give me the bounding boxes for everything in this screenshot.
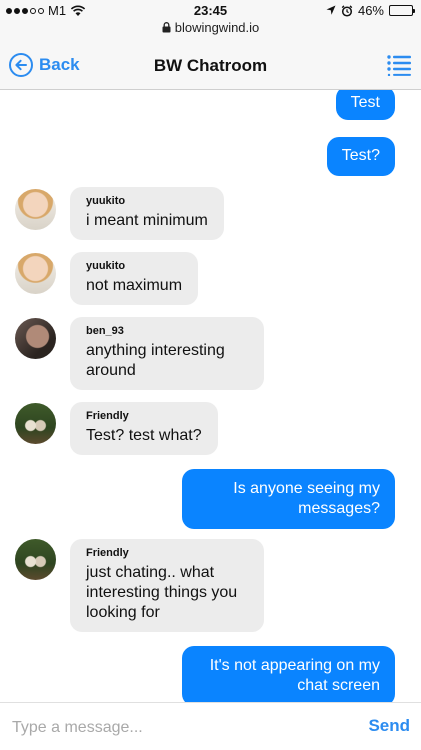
outgoing-message: Test — [335, 90, 395, 120]
status-indicators: 46% — [326, 3, 415, 18]
incoming-message: ben_93 anything interesting around — [70, 317, 264, 390]
outgoing-message: Is anyone seeing my messages? — [182, 469, 395, 529]
outgoing-message: It's not appearing on my chat screen — [182, 646, 395, 702]
message-text: i meant minimum — [86, 212, 208, 229]
message-text: anything interesting around — [86, 342, 225, 379]
page-title: BW Chatroom — [153, 56, 268, 75]
message-composer: Send — [0, 702, 421, 750]
sender-name: ben_93 — [86, 325, 124, 337]
nav-bar: Back BW Chatroom — [0, 40, 421, 90]
list-menu-icon[interactable] — [387, 54, 411, 76]
url-text: blowingwind.io — [174, 20, 260, 35]
status-bar: M1 23:45 blowingwind.io 46% — [0, 0, 421, 40]
avatar[interactable] — [15, 539, 56, 580]
sender-name: Friendly — [86, 547, 129, 559]
location-arrow-icon — [326, 5, 336, 15]
incoming-message: yuukito i meant minimum — [70, 187, 224, 240]
message-text: not maximum — [86, 277, 183, 294]
url-bar[interactable]: blowingwind.io — [0, 20, 421, 35]
message-text: Test? test what? — [86, 427, 202, 444]
avatar[interactable] — [15, 253, 56, 294]
avatar[interactable] — [15, 403, 56, 444]
sender-name: yuukito — [86, 260, 126, 272]
send-button[interactable]: Send — [368, 716, 410, 736]
avatar[interactable] — [15, 189, 56, 230]
message-input[interactable] — [12, 715, 312, 741]
sender-name: Friendly — [86, 410, 129, 422]
incoming-message: Friendly just chating.. what interesting… — [70, 539, 264, 632]
lock-icon — [162, 22, 171, 33]
incoming-message: Friendly Test? test what? — [70, 402, 218, 455]
battery-icon — [389, 5, 415, 16]
message-text: just chating.. what interesting things y… — [86, 564, 238, 621]
battery-percent: 46% — [357, 3, 384, 18]
chat-messages[interactable]: Test Test? yuukito i meant minimum yuuki… — [0, 90, 421, 702]
alarm-icon — [341, 4, 353, 17]
incoming-message: yuukito not maximum — [70, 252, 199, 305]
avatar[interactable] — [15, 318, 56, 359]
sender-name: yuukito — [86, 195, 126, 207]
outgoing-message: Test? — [326, 137, 395, 176]
